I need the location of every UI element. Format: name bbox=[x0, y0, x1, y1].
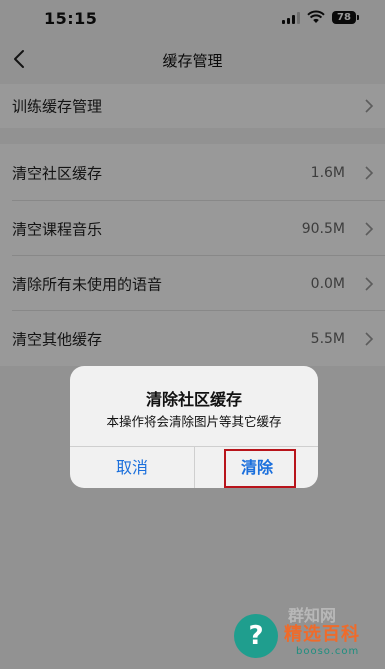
modal-overlay[interactable] bbox=[0, 0, 385, 669]
alert-title: 清除社区缓存 bbox=[145, 390, 242, 409]
watermark-site: booso.com bbox=[296, 646, 360, 657]
alert-message: 本操作将会清除图片等其它缓存 bbox=[106, 414, 282, 429]
question-icon: ? bbox=[234, 614, 278, 658]
highlight-box bbox=[224, 449, 296, 488]
watermark-text: 精选百科 bbox=[284, 624, 360, 645]
watermark: 群知网 ? 精选百科 booso.com bbox=[232, 606, 382, 666]
cancel-button[interactable]: 取消 bbox=[70, 447, 194, 488]
